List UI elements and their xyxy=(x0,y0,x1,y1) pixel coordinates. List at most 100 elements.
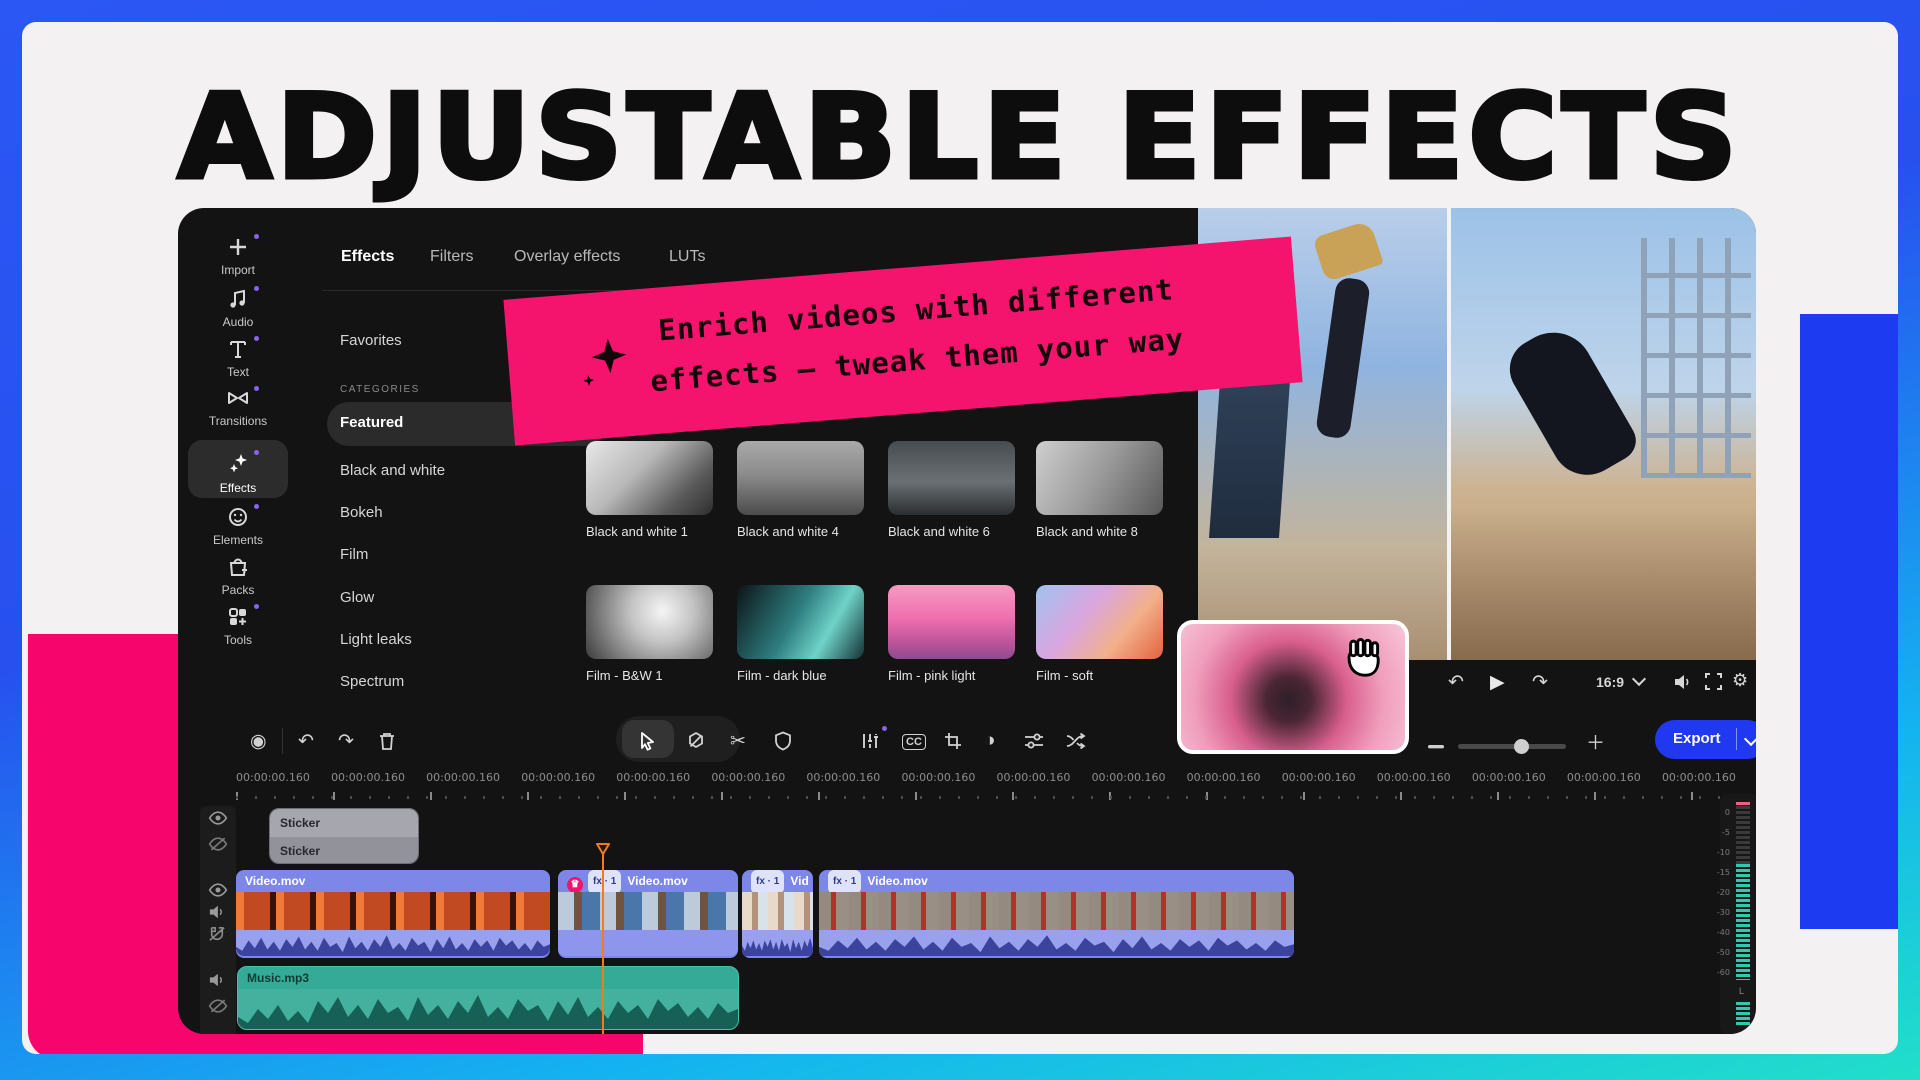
tab-filters[interactable]: Filters xyxy=(430,248,474,266)
tab-luts[interactable]: LUTs xyxy=(669,248,705,266)
sidebar-item-text[interactable]: Text xyxy=(190,338,286,379)
audio-levels-button[interactable] xyxy=(860,730,880,752)
sidebar-item-import[interactable]: Import xyxy=(190,236,286,277)
sidebar-item-audio[interactable]: Audio xyxy=(190,288,286,329)
timecode: 00:00:00.160 xyxy=(616,771,690,784)
sticker-clip-group[interactable]: Sticker Sticker xyxy=(269,808,419,864)
adjustments-sliders-button[interactable] xyxy=(1024,730,1044,752)
track-hidden-eye-slash-icon[interactable] xyxy=(208,998,228,1019)
notification-dot xyxy=(254,386,259,391)
sidebar-item-effects[interactable]: Effects xyxy=(190,452,286,495)
sidebar-item-packs[interactable]: Packs xyxy=(190,556,286,597)
timeline-ruler[interactable]: 00:00:00.160 00:00:00.160 00:00:00.160 0… xyxy=(236,771,1736,784)
figure-silhouette xyxy=(1315,276,1371,439)
sidebar-item-label: Text xyxy=(190,365,286,379)
sidebar-item-transitions[interactable]: Transitions xyxy=(190,388,286,428)
zoom-slider-thumb[interactable] xyxy=(1514,739,1529,754)
shield-tool-button[interactable] xyxy=(774,730,792,752)
clip-label: ♛fx · 1Video.mov xyxy=(558,870,738,892)
play-button[interactable]: ▶ xyxy=(1490,671,1505,694)
track-volume-speaker-icon[interactable] xyxy=(208,904,226,925)
captions-button[interactable]: CC xyxy=(902,734,926,750)
chevron-down-icon xyxy=(1632,672,1646,686)
zoom-in-button[interactable]: ＋ xyxy=(1586,728,1605,755)
music-clip[interactable]: Music.mp3 xyxy=(237,966,739,1030)
zoom-out-button[interactable] xyxy=(1428,736,1444,758)
category-bokeh[interactable]: Bokeh xyxy=(340,504,383,521)
track-visibility-eye-icon[interactable] xyxy=(208,882,228,903)
sticker-clip[interactable]: Sticker xyxy=(270,837,418,864)
undo-button[interactable]: ↶ xyxy=(298,730,314,753)
timecode: 00:00:00.160 xyxy=(1092,771,1166,784)
category-black-and-white[interactable]: Black and white xyxy=(340,462,445,479)
volume-button[interactable] xyxy=(1672,671,1692,693)
playhead-line[interactable] xyxy=(602,852,604,1034)
video-clip-1[interactable]: Video.mov xyxy=(236,870,550,958)
track-visibility-eye-icon[interactable] xyxy=(208,810,228,831)
clip-label: fx · 1Video.mov xyxy=(819,870,1294,892)
metal-structure xyxy=(1641,238,1751,478)
effect-thumb-film-bw-1[interactable] xyxy=(586,585,713,659)
pointer-tool-button[interactable] xyxy=(638,730,656,752)
inner-canvas: ADJUSTABLE EFFECTS Import Audio Text Tra… xyxy=(22,22,1898,1054)
tools-grid-icon xyxy=(225,606,251,630)
effect-thumb-film-soft[interactable] xyxy=(1036,585,1163,659)
notification-dot xyxy=(254,234,259,239)
effect-thumb-black-and-white-6[interactable] xyxy=(888,441,1015,515)
notification-dot xyxy=(882,726,887,731)
waveform xyxy=(238,989,738,1029)
timecode: 00:00:00.160 xyxy=(521,771,595,784)
playhead-marker[interactable] xyxy=(595,842,611,861)
audio-meters-panel: 0 -5 -10 -15 -20 -30 -40 -50 -60 xyxy=(1720,794,1756,1034)
effect-thumb-black-and-white-8[interactable] xyxy=(1036,441,1163,515)
sidebar-item-elements[interactable]: Elements xyxy=(190,506,286,547)
category-film[interactable]: Film xyxy=(340,546,368,563)
split-scissors-button[interactable]: ✂ xyxy=(730,730,746,753)
jump-forward-button[interactable]: ↷ xyxy=(1532,671,1548,694)
video-clip-3[interactable]: fx · 1Vid xyxy=(742,870,813,958)
sidebar-item-tools[interactable]: Tools xyxy=(190,606,286,647)
hand-tool-button[interactable] xyxy=(686,730,706,752)
effect-thumb-black-and-white-1[interactable] xyxy=(586,441,713,515)
track-hidden-eye-slash-icon[interactable] xyxy=(208,836,228,857)
sidebar-item-label: Tools xyxy=(190,633,286,647)
track-volume-speaker-icon[interactable] xyxy=(208,972,226,993)
category-glow[interactable]: Glow xyxy=(340,589,374,606)
aspect-ratio-select[interactable]: 16:9 xyxy=(1596,674,1644,690)
timecode: 00:00:00.160 xyxy=(711,771,785,784)
contrast-button[interactable]: ◑ xyxy=(984,730,995,752)
clip-filmstrip xyxy=(236,892,550,930)
video-clip-4[interactable]: fx · 1Video.mov xyxy=(819,870,1294,958)
category-spectrum[interactable]: Spectrum xyxy=(340,673,404,690)
tab-effects[interactable]: Effects xyxy=(341,248,394,266)
timecode: 00:00:00.160 xyxy=(1187,771,1261,784)
sticker-clip[interactable]: Sticker xyxy=(270,809,418,837)
clip-name: Video.mov xyxy=(627,874,687,888)
tab-overlay-effects[interactable]: Overlay effects xyxy=(514,248,620,266)
fullscreen-button[interactable] xyxy=(1704,671,1723,693)
motion-tracking-button[interactable] xyxy=(1066,730,1086,752)
video-clip-2[interactable]: ♛fx · 1Video.mov xyxy=(558,870,738,958)
jump-back-button[interactable]: ↶ xyxy=(1448,671,1464,694)
effect-thumb-film-pink-light[interactable] xyxy=(888,585,1015,659)
track-link-magnet-slash-icon[interactable] xyxy=(208,926,226,947)
delete-button[interactable] xyxy=(378,730,396,752)
promo-banner: Enrich videos with different effects – t… xyxy=(503,237,1302,446)
redo-button[interactable]: ↷ xyxy=(338,730,354,753)
clip-waveform-area xyxy=(236,930,550,956)
zoom-slider-track[interactable] xyxy=(1458,744,1566,749)
settings-gear-icon[interactable]: ⚙ xyxy=(1732,670,1748,691)
category-light-leaks[interactable]: Light leaks xyxy=(340,631,412,648)
effect-thumb-black-and-white-4[interactable] xyxy=(737,441,864,515)
effect-thumb-label: Film - soft xyxy=(1036,668,1093,683)
record-button[interactable]: ◉ xyxy=(250,730,267,753)
export-button[interactable]: Export xyxy=(1655,720,1756,759)
timecode: 00:00:00.160 xyxy=(901,771,975,784)
category-favorites[interactable]: Favorites xyxy=(340,332,402,349)
clip-waveform-area xyxy=(238,989,738,1029)
effect-thumb-film-dark-blue[interactable] xyxy=(737,585,864,659)
blue-decor-block xyxy=(1800,314,1898,929)
crop-button[interactable] xyxy=(944,730,962,752)
hand-grab-cursor-icon xyxy=(1336,633,1388,690)
meter-left-column xyxy=(1736,802,1750,980)
